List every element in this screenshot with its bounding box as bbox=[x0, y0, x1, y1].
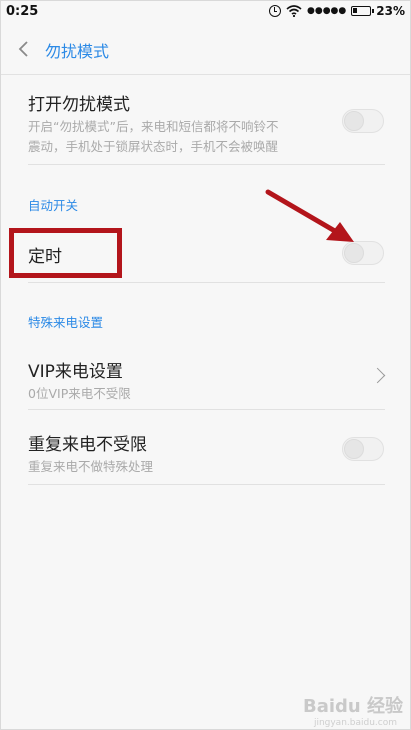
annotation-highlight-box bbox=[9, 228, 122, 278]
divider bbox=[28, 282, 385, 283]
repeat-call-desc: 重复来电不做特殊处理 bbox=[28, 459, 154, 474]
battery-percent: 23% bbox=[376, 4, 405, 18]
repeat-call-setting-row[interactable]: 重复来电不受限 重复来电不做特殊处理 bbox=[28, 430, 385, 477]
annotation-arrow-icon bbox=[265, 189, 354, 242]
dnd-title: 打开勿扰模式 bbox=[28, 95, 130, 115]
divider bbox=[28, 484, 385, 485]
section-special-calls: 特殊来电设置 bbox=[28, 315, 104, 330]
vip-desc: 0位VIP来电不受限 bbox=[28, 386, 131, 401]
battery-icon bbox=[351, 6, 375, 16]
section-auto-switch: 自动开关 bbox=[28, 198, 79, 213]
header: 勿扰模式 bbox=[0, 24, 411, 75]
wifi-icon bbox=[286, 5, 302, 17]
divider bbox=[28, 409, 385, 410]
alarm-icon bbox=[269, 5, 281, 17]
watermark-url: jingyan.baidu.com bbox=[313, 718, 397, 728]
dnd-toggle[interactable] bbox=[342, 109, 384, 133]
page-title: 勿扰模式 bbox=[45, 42, 110, 61]
dnd-setting-row[interactable]: 打开勿扰模式 开启“勿扰模式”后，来电和短信都将不响铃不 震动，手机处于锁屏状态… bbox=[28, 90, 385, 157]
vip-title: VIP来电设置 bbox=[28, 362, 123, 382]
status-bar: 0:25 ●●●●● 23% bbox=[0, 0, 411, 24]
repeat-call-title: 重复来电不受限 bbox=[28, 435, 147, 455]
repeat-call-toggle[interactable] bbox=[342, 437, 384, 461]
divider bbox=[28, 164, 385, 165]
status-icons: ●●●●● 23% bbox=[269, 4, 405, 18]
watermark-logo: Baidu 经验 bbox=[302, 696, 403, 717]
dnd-desc-line2: 震动，手机处于锁屏状态时，手机不会被唤醒 bbox=[28, 139, 279, 154]
vip-setting-row[interactable]: VIP来电设置 0位VIP来电不受限 bbox=[28, 357, 385, 404]
back-arrow-icon[interactable] bbox=[15, 39, 35, 59]
signal-icon: ●●●●● bbox=[307, 6, 347, 16]
dnd-desc-line1: 开启“勿扰模式”后，来电和短信都将不响铃不 bbox=[28, 119, 279, 134]
status-time: 0:25 bbox=[6, 4, 39, 19]
